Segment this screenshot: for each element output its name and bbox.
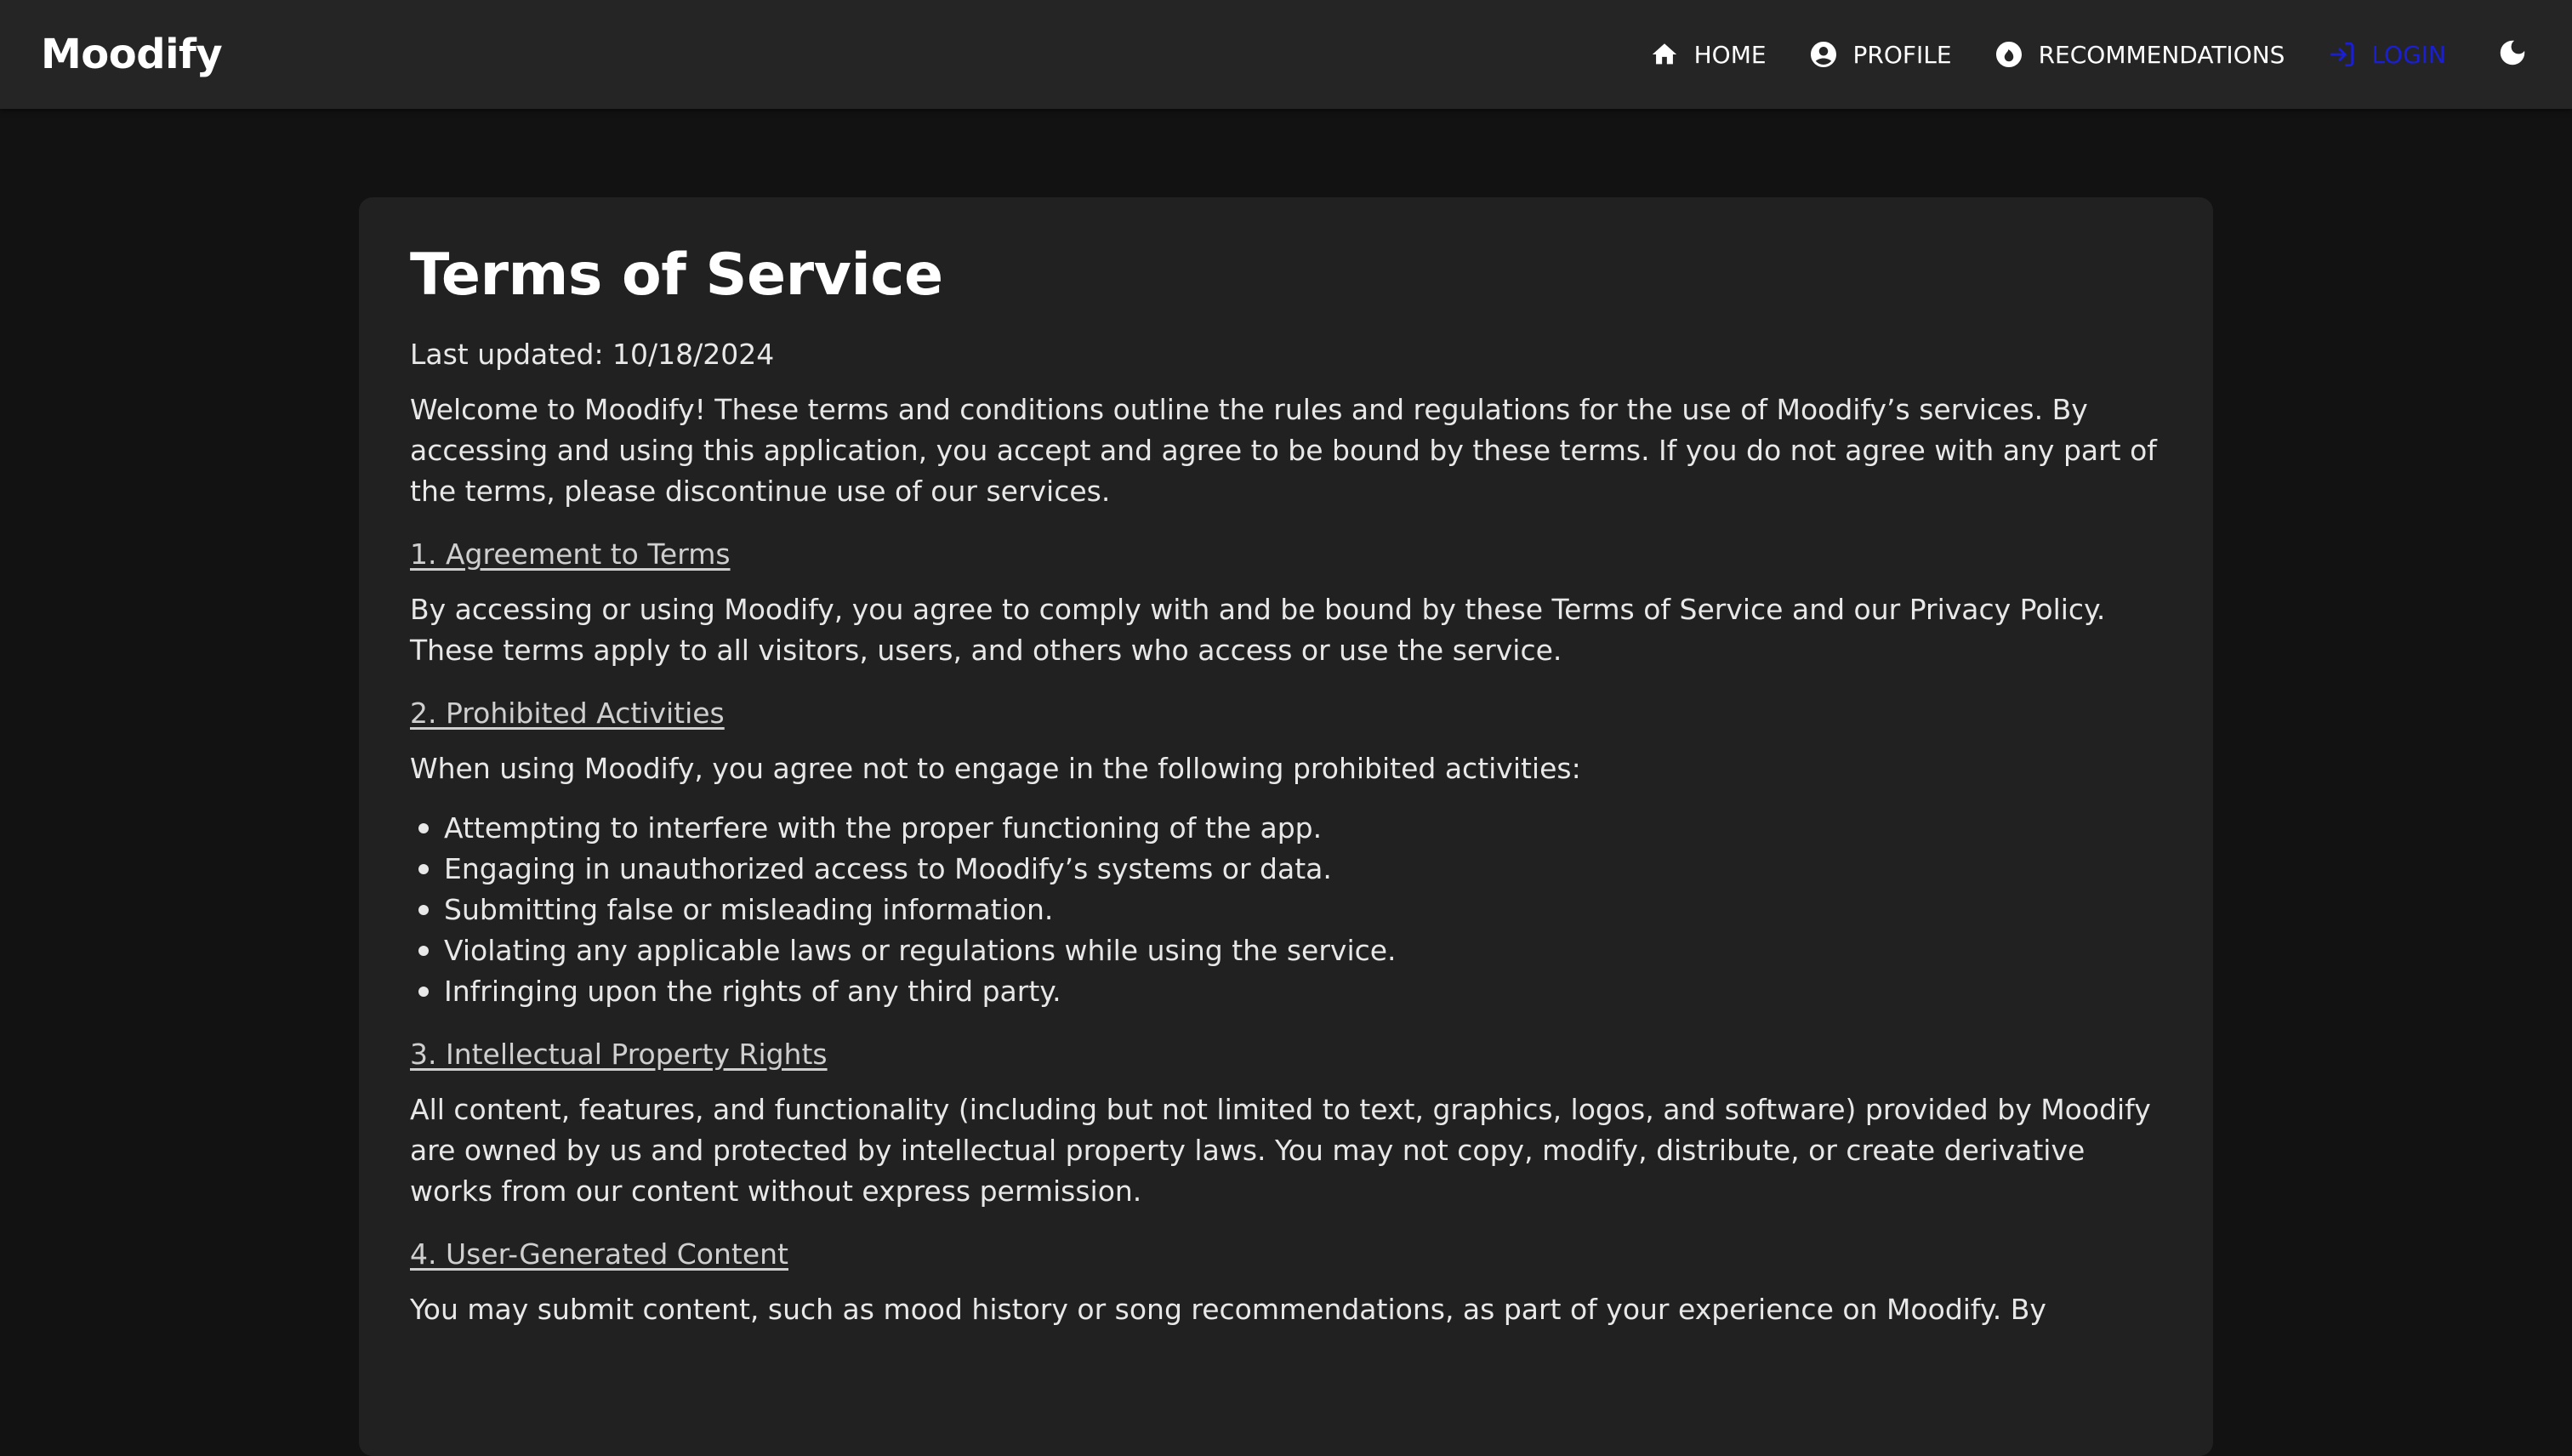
section-agreement: 1. Agreement to Terms By accessing or us… <box>410 537 2162 671</box>
bullet-dot <box>418 864 429 874</box>
recommendation-icon <box>1993 38 2025 71</box>
section-heading[interactable]: 4. User-Generated Content <box>410 1237 788 1271</box>
bullet-dot <box>418 946 429 956</box>
home-icon <box>1648 38 1681 71</box>
nav-home-label: HOME <box>1693 40 1767 69</box>
list-item: Infringing upon the rights of any third … <box>418 971 2162 1012</box>
list-item-text: Engaging in unauthorized access to Moodi… <box>444 852 1332 885</box>
list-item: Violating any applicable laws or regulat… <box>418 930 2162 971</box>
bullet-dot <box>418 905 429 915</box>
nav-login-label: LOGIN <box>2371 40 2446 69</box>
list-item: Submitting false or misleading informati… <box>418 890 2162 930</box>
nav-profile-label: PROFILE <box>1852 40 1952 69</box>
section-heading[interactable]: 2. Prohibited Activities <box>410 697 725 730</box>
nav-links: HOME PROFILE RECOMMENDATIONS LOGIN <box>1608 0 2531 109</box>
list-item-text: Attempting to interfere with the proper … <box>444 811 1323 845</box>
bullet-dot <box>418 823 429 833</box>
nav-home[interactable]: HOME <box>1648 38 1767 71</box>
bullet-dot <box>418 987 429 997</box>
theme-toggle-button[interactable] <box>2494 36 2531 73</box>
section-paragraph: All content, features, and functionality… <box>410 1093 2151 1208</box>
navbar: Moodify HOME PROFILE RECOMMENDATIONS LOG… <box>0 0 2572 109</box>
list-item-text: Violating any applicable laws or regulat… <box>444 934 1397 967</box>
login-icon <box>2325 38 2358 71</box>
brand-logo[interactable]: Moodify <box>41 31 223 78</box>
prohibited-list: Attempting to interfere with the proper … <box>410 808 2162 1012</box>
list-item-text: Submitting false or misleading informati… <box>444 893 1054 926</box>
nav-profile[interactable]: PROFILE <box>1807 38 1952 71</box>
nav-login[interactable]: LOGIN <box>2325 38 2446 71</box>
terms-card: Terms of Service Last updated: 10/18/202… <box>359 197 2213 1456</box>
section-paragraph: When using Moodify, you agree not to eng… <box>410 752 1581 785</box>
moon-icon <box>2496 37 2529 72</box>
section-paragraph: By accessing or using Moodify, you agree… <box>410 593 2106 667</box>
section-heading[interactable]: 1. Agreement to Terms <box>410 537 731 571</box>
account-circle-icon <box>1807 38 1840 71</box>
section-paragraph: You may submit content, such as mood his… <box>410 1293 2046 1326</box>
list-item: Engaging in unauthorized access to Moodi… <box>418 849 2162 890</box>
section-intellectual-property: 3. Intellectual Property Rights All cont… <box>410 1038 2162 1212</box>
section-prohibited: 2. Prohibited Activities When using Mood… <box>410 697 2162 1012</box>
list-item: Attempting to interfere with the proper … <box>418 808 2162 849</box>
last-updated: Last updated: 10/18/2024 <box>410 338 775 371</box>
nav-recommendations-label: RECOMMENDATIONS <box>2038 40 2285 69</box>
section-user-content: 4. User-Generated Content You may submit… <box>410 1237 2162 1330</box>
page-title: Terms of Service <box>410 242 943 309</box>
nav-recommendations[interactable]: RECOMMENDATIONS <box>1993 38 2285 71</box>
section-heading[interactable]: 3. Intellectual Property Rights <box>410 1038 828 1071</box>
list-item-text: Infringing upon the rights of any third … <box>444 975 1061 1008</box>
intro-paragraph: Welcome to Moodify! These terms and cond… <box>410 393 2157 508</box>
